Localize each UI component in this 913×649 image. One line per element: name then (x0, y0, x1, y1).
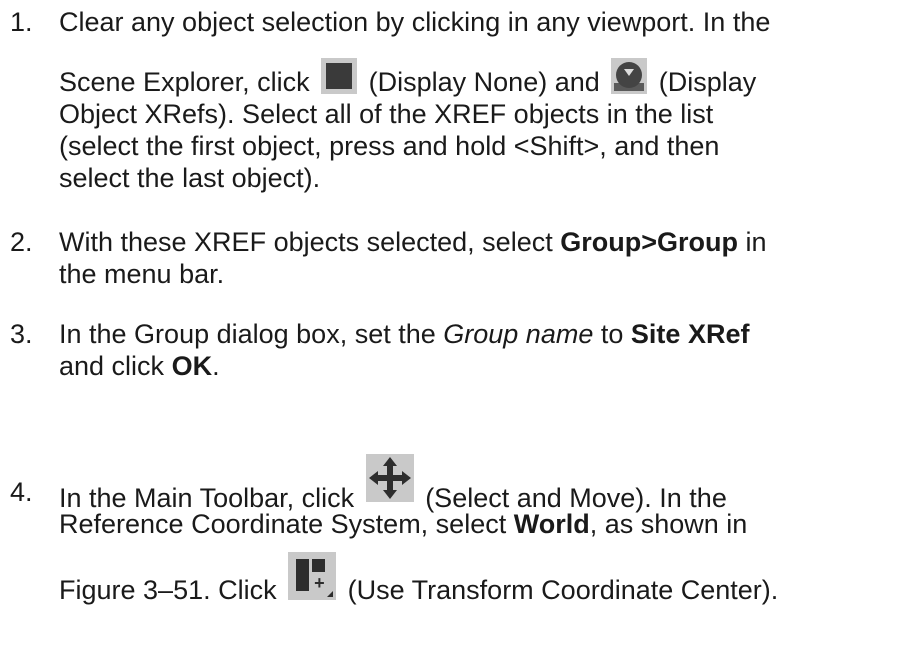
instruction-page: 1. Clear any object selection by clickin… (0, 0, 913, 649)
step-number: 3. (10, 319, 33, 349)
step-number: 1. (10, 7, 33, 37)
field-name: Group name (443, 319, 594, 349)
step-text-line: the menu bar. (59, 259, 225, 289)
use-transform-coordinate-center-icon: + (288, 552, 337, 600)
step-text-line: and click OK. (59, 350, 220, 382)
step-text-line: In the Group dialog box, set the Group n… (59, 318, 749, 350)
step-text: Reference Coordinate System, select (59, 509, 507, 539)
step-text: , as shown in (589, 509, 748, 539)
step-text-line: With these XREF objects selected, select… (59, 226, 767, 258)
step-number: 2. (10, 227, 33, 257)
step-text-line: Figure 3–51. Click + (Use Transform Coor… (59, 552, 779, 616)
step-text-line: Clear any object selection by clicking i… (59, 7, 771, 37)
step-text: to (600, 319, 624, 349)
step-text-line: select the last object). (59, 163, 321, 193)
step-text: (Display None) and (368, 67, 600, 98)
step-text: in (745, 227, 767, 257)
display-none-icon (321, 58, 358, 94)
step-text: (Display (658, 67, 757, 98)
step-text: With these XREF objects selected, select (59, 227, 553, 257)
step-text: (Use Transform Coordinate Center). (347, 575, 779, 606)
step-number: 4. (10, 477, 33, 507)
step-text-line: Reference Coordinate System, select Worl… (59, 508, 747, 540)
step-text: In the Group dialog box, set the (59, 319, 436, 349)
menu-command: Group>Group (560, 227, 738, 257)
step-text: Scene Explorer, click (59, 67, 310, 98)
field-value: Site XRef (630, 319, 750, 349)
step-text: Figure 3–51. Click (59, 575, 277, 606)
select-and-move-icon (365, 454, 414, 502)
step-text-line: Scene Explorer, click (Display None) and… (59, 58, 757, 102)
coordinate-system-value: World (513, 509, 590, 539)
step-text-line: Object XRefs). Select all of the XREF ob… (59, 99, 714, 129)
step-text: . (212, 351, 220, 381)
button-name: OK (171, 351, 213, 381)
display-object-xrefs-icon (611, 58, 648, 94)
step-text: and click (59, 351, 165, 381)
step-text-line: (select the first object, press and hold… (59, 131, 720, 161)
